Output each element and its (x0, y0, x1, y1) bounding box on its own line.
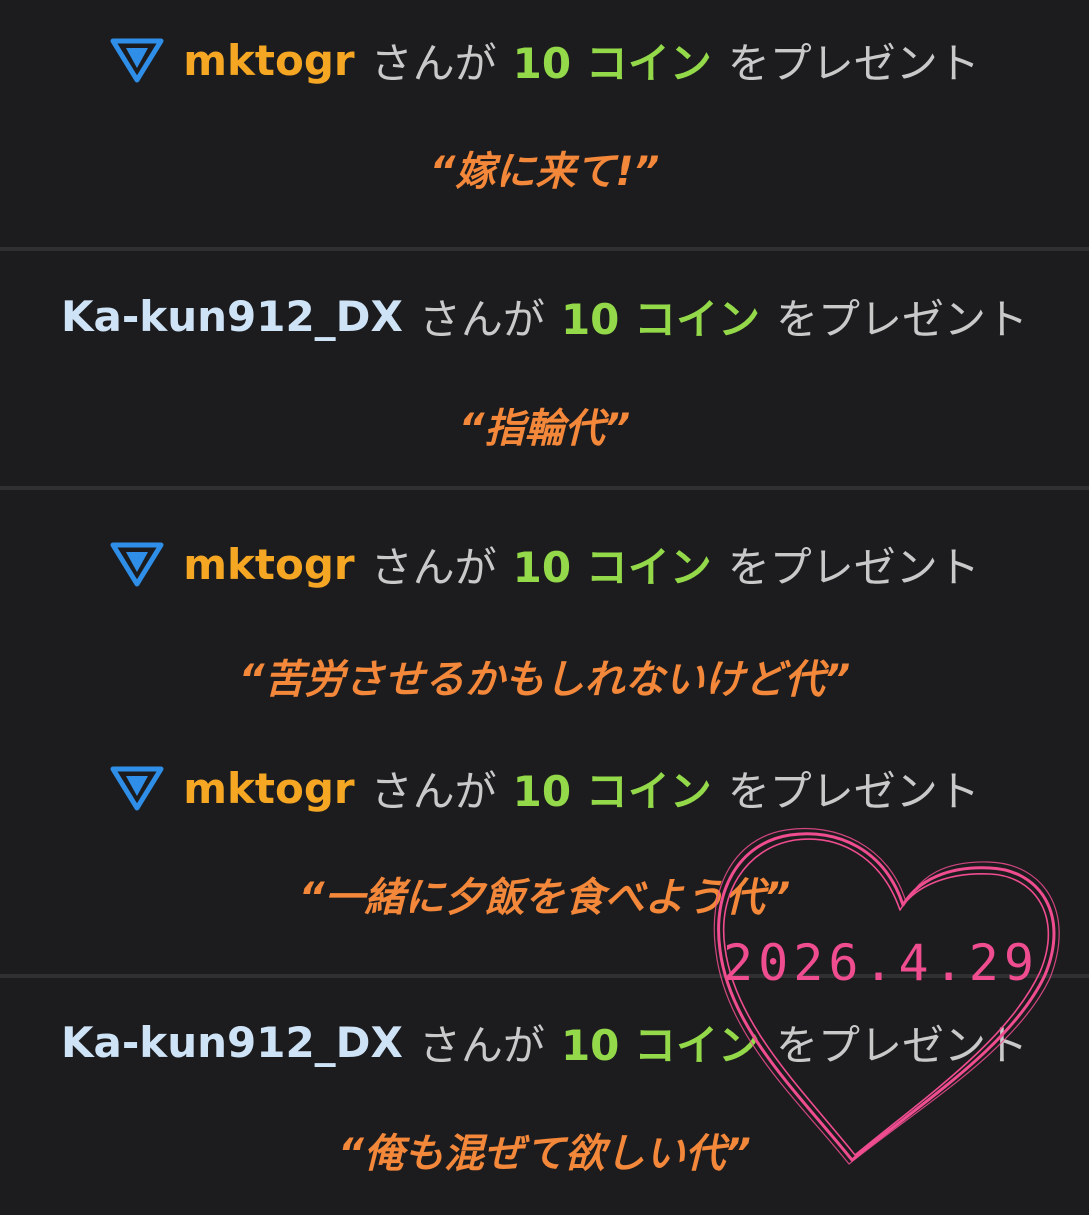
gift-header: mktogr さんが 10 コイン をプレゼント (0, 758, 1089, 818)
coin-amount: 10 コイン (560, 294, 761, 344)
san-text: さんが (370, 766, 497, 816)
gift-message: “嫁に来て!” (429, 149, 660, 195)
gift-text: をプレゼント (727, 766, 980, 816)
divider (0, 247, 1089, 251)
san-text: さんが (418, 1020, 545, 1070)
coin-amount: 10 コイン (560, 1020, 761, 1070)
gift-header: mktogr さんが 10 コイン をプレゼント (0, 534, 1089, 594)
gift-message: “苦労させるかもしれないけど代” (238, 657, 851, 703)
username[interactable]: mktogr (183, 764, 354, 813)
gift-header: mktogr さんが 10 コイン をプレゼント (0, 30, 1089, 90)
gift-message: “指輪代” (458, 406, 631, 452)
gift-header: Ka-kun912_DX さんが 10 コイン をプレゼント (0, 286, 1089, 346)
gift-text: をプレゼント (776, 1020, 1029, 1070)
divider (0, 974, 1089, 978)
blue-triangle-badge-icon (110, 766, 164, 811)
coin-amount: 10 コイン (512, 38, 712, 88)
blue-triangle-badge-icon (110, 542, 164, 587)
san-text: さんが (418, 294, 545, 344)
gift-text: をプレゼント (776, 294, 1029, 344)
gift-feed: mktogr さんが 10 コイン をプレゼント “嫁に来て!” Ka-kun9… (0, 0, 1089, 1215)
gift-message: “俺も混ぜて欲しい代” (338, 1131, 751, 1177)
gift-message: “一緒に夕飯を食べよう代” (298, 875, 791, 921)
divider (0, 486, 1089, 490)
username[interactable]: mktogr (183, 540, 354, 589)
coin-amount: 10 コイン (512, 542, 712, 592)
username[interactable]: Ka-kun912_DX (61, 1018, 403, 1067)
san-text: さんが (370, 542, 497, 592)
gift-header: Ka-kun912_DX さんが 10 コイン をプレゼント (0, 1012, 1089, 1072)
coin-amount: 10 コイン (512, 766, 712, 816)
username[interactable]: mktogr (183, 36, 354, 85)
username[interactable]: Ka-kun912_DX (61, 292, 403, 341)
blue-triangle-badge-icon (110, 38, 164, 83)
san-text: さんが (370, 38, 497, 88)
gift-text: をプレゼント (727, 542, 980, 592)
gift-text: をプレゼント (727, 38, 980, 88)
